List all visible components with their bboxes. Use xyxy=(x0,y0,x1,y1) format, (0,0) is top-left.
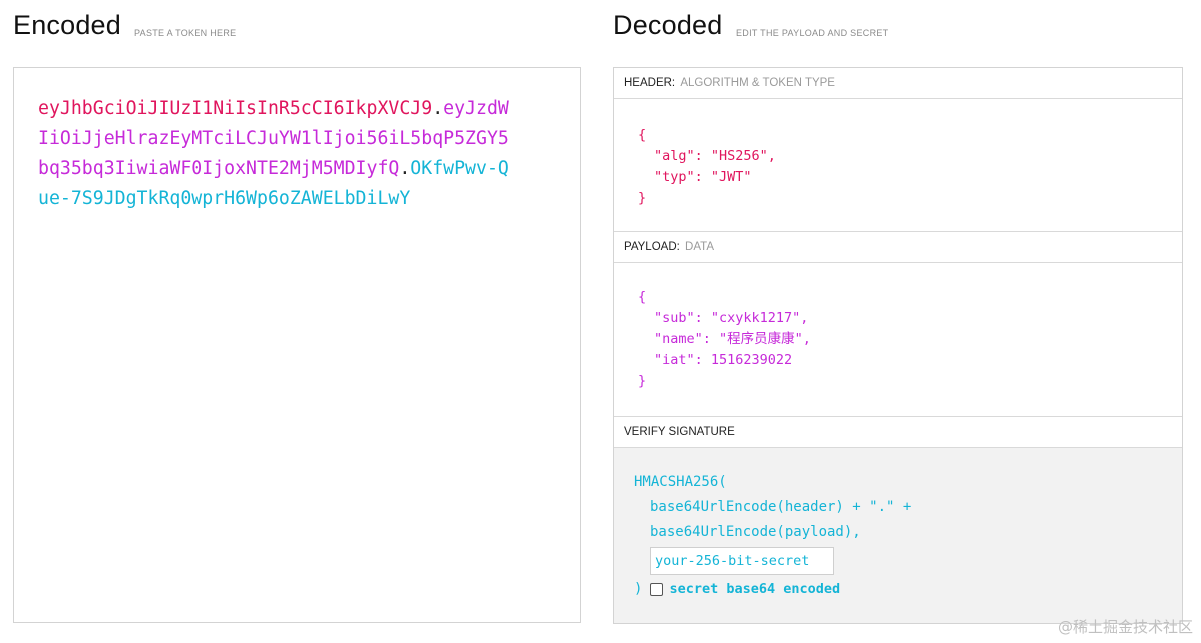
json-line: "alg": "HS256", xyxy=(654,148,776,164)
token-separator: . xyxy=(432,98,444,119)
json-line: { xyxy=(638,289,647,305)
encoded-subtitle: PASTE A TOKEN HERE xyxy=(134,28,237,38)
watermark: @稀土掘金技术社区 xyxy=(1057,618,1193,636)
secret-input[interactable]: your-256-bit-secret xyxy=(650,547,834,575)
header-section-sublabel: ALGORITHM & TOKEN TYPE xyxy=(680,77,835,89)
payload-section-label: PAYLOAD: xyxy=(624,241,680,253)
json-line: "typ": "JWT" xyxy=(654,169,752,185)
payload-section-heading: PAYLOAD: DATA xyxy=(614,232,1182,263)
encoded-title: Encoded xyxy=(13,10,121,40)
json-line: "sub": "cxykk1217", xyxy=(654,310,809,326)
json-line: } xyxy=(638,190,647,206)
json-line: "name": "程序员康康", xyxy=(654,331,811,347)
header-json-editor[interactable]: { "alg": "HS256", "typ": "JWT" } xyxy=(614,99,1182,232)
token-header-part: eyJhbGciOiJIUzI1NiIsInR5cCI6IkpXVCJ9 xyxy=(38,98,433,119)
header-section-label: HEADER: xyxy=(624,77,676,89)
secret-base64-label[interactable]: secret base64 encoded xyxy=(669,577,840,602)
hmac-function-open: HMACSHA256( xyxy=(634,474,727,490)
hmac-arg-payload: base64UrlEncode(payload), xyxy=(650,524,861,540)
hmac-arg-header: base64UrlEncode(header) + "." + xyxy=(650,499,912,515)
json-line: { xyxy=(638,127,647,143)
token-separator: . xyxy=(399,158,411,179)
header-section-heading: HEADER: ALGORITHM & TOKEN TYPE xyxy=(614,68,1182,99)
decoded-subtitle: EDIT THE PAYLOAD AND SECRET xyxy=(736,28,889,38)
secret-base64-checkbox[interactable] xyxy=(650,583,664,596)
signature-section-label: VERIFY SIGNATURE xyxy=(624,426,735,438)
decoded-title: Decoded xyxy=(613,10,723,40)
payload-json-editor[interactable]: { "sub": "cxykk1217", "name": "程序员康康", "… xyxy=(614,263,1182,417)
json-line: } xyxy=(638,373,647,389)
payload-section-sublabel: DATA xyxy=(685,241,714,253)
signature-verify-block: HMACSHA256( base64UrlEncode(header) + ".… xyxy=(614,448,1182,623)
signature-section-heading: VERIFY SIGNATURE xyxy=(614,417,1182,448)
hmac-function-close: ) xyxy=(634,581,643,597)
encoded-token-editor[interactable]: eyJhbGciOiJIUzI1NiIsInR5cCI6IkpXVCJ9.eyJ… xyxy=(13,67,581,623)
decoded-panel: HEADER: ALGORITHM & TOKEN TYPE { "alg": … xyxy=(613,67,1183,624)
encoded-token-text[interactable]: eyJhbGciOiJIUzI1NiIsInR5cCI6IkpXVCJ9.eyJ… xyxy=(38,94,518,214)
json-line: "iat": 1516239022 xyxy=(654,352,793,368)
